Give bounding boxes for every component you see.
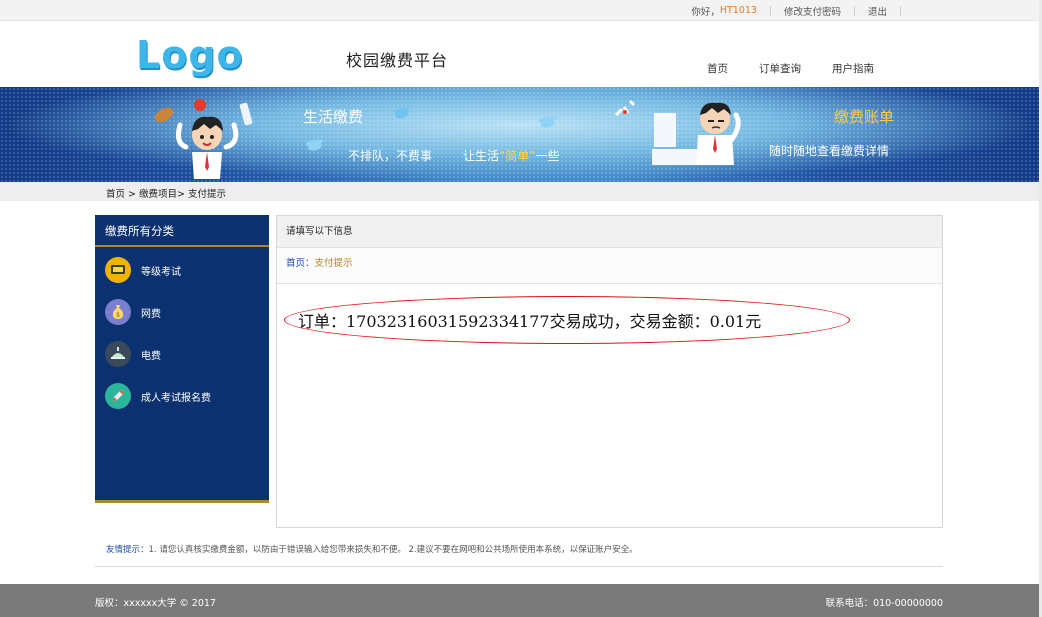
panel-crumb-current: 支付提示 xyxy=(314,258,353,269)
sidebar-item-electricity-fee[interactable]: 电费 xyxy=(105,341,161,367)
greeting-text: 你好， xyxy=(691,6,720,18)
username-link[interactable]: HT1013 xyxy=(720,5,757,16)
cartoon-office-worker-illustration xyxy=(614,99,741,165)
tips-text: 1. 请您认真核实缴费金额，以防由于错误输入给您带来损失和不便。 2.建议不要在… xyxy=(148,545,638,555)
lamp-icon xyxy=(105,341,131,367)
main-nav: 首页 订单查询 用户指南 xyxy=(707,61,905,76)
panel-crumb-home-link[interactable]: 首页 xyxy=(286,258,305,269)
payment-result-panel: 请填写以下信息 首页：支付提示 订单：17032316031592334177交… xyxy=(276,215,943,528)
banner-right-title: 缴费账单 xyxy=(834,108,895,126)
cartoon-juggler-illustration xyxy=(154,99,253,179)
banner-left-title: 生活缴费 xyxy=(303,108,364,126)
banner-right-subtitle: 随时随地查看缴费详情 xyxy=(769,144,890,158)
sidebar-item-adult-exam-fee[interactable]: 成人考试报名费 xyxy=(105,383,211,409)
bird-icon xyxy=(538,116,558,128)
site-footer: 版权：xxxxxx大学 © 2017 联系电话：010-00000000 xyxy=(0,584,1042,617)
divider xyxy=(900,5,901,16)
banner-slogan-1: 不排队，不费事 xyxy=(348,149,433,163)
sidebar-title: 缴费所有分类 xyxy=(95,215,269,247)
top-bar: 你好， HT1013 修改支付密码 退出 xyxy=(0,0,1042,21)
panel-header: 请填写以下信息 xyxy=(277,216,942,248)
divider xyxy=(95,566,943,567)
svg-text:$: $ xyxy=(116,312,120,319)
friendly-tips: 友情提示：1. 请您认真核实缴费金额，以防由于错误输入给您带来损失和不便。 2.… xyxy=(106,543,638,555)
breadcrumb: 首页 > 缴费项目> 支付提示 xyxy=(0,182,1042,201)
sidebar-item-label: 等级考试 xyxy=(141,266,181,278)
divider xyxy=(853,5,855,16)
divider xyxy=(769,5,771,16)
result-message-box: 订单：17032316031592334177交易成功，交易金额：0.01元 xyxy=(284,296,850,344)
nav-item-user-guide[interactable]: 用户指南 xyxy=(832,61,874,76)
banner-slogan-2: 让生活“简单”一些 xyxy=(463,147,559,164)
breadcrumb-text[interactable]: 首页 > 缴费项目> 支付提示 xyxy=(106,186,226,200)
transaction-result-message: 订单：17032316031592334177交易成功，交易金额：0.01元 xyxy=(298,312,762,331)
site-title: 校园缴费平台 xyxy=(346,51,449,70)
change-password-link[interactable]: 修改支付密码 xyxy=(784,4,841,18)
exam-icon xyxy=(105,257,131,283)
tips-label: 友情提示： xyxy=(106,545,149,555)
banner-slogan-2-post: 一些 xyxy=(535,149,560,163)
sidebar-item-label: 成人考试报名费 xyxy=(141,392,211,404)
logout-link[interactable]: 退出 xyxy=(868,4,887,18)
site-header: Logo 校园缴费平台 首页 订单查询 用户指南 xyxy=(0,21,1042,87)
panel-breadcrumb: 首页：支付提示 xyxy=(277,248,942,284)
banner-slogan-2-pre: 让生活 xyxy=(463,149,500,163)
sidebar-item-label: 网费 xyxy=(141,308,161,320)
bird-icon xyxy=(393,108,411,119)
panel-crumb-separator: ： xyxy=(305,258,315,269)
nav-item-order-query[interactable]: 订单查询 xyxy=(759,61,801,76)
money-bag-icon: $ xyxy=(105,299,131,325)
sidebar-item-grade-exam[interactable]: 等级考试 xyxy=(105,257,181,283)
banner-slogan-2-quote: “简单” xyxy=(499,149,536,163)
sidebar-item-internet-fee[interactable]: $ 网费 xyxy=(105,299,161,325)
category-sidebar: 缴费所有分类 等级考试 $ 网费 电费 成人考试报名费 xyxy=(95,215,269,503)
nav-item-home[interactable]: 首页 xyxy=(707,61,728,76)
copyright-text: 版权：xxxxxx大学 © 2017 xyxy=(95,598,216,609)
pencil-icon xyxy=(105,383,131,409)
bird-icon xyxy=(305,139,325,151)
sidebar-item-label: 电费 xyxy=(141,350,161,362)
promo-banner: 生活缴费 不排队，不费事 让生活“简单”一些 缴费账单 随时随地查看缴费详情 xyxy=(0,87,1042,182)
site-logo[interactable]: Logo xyxy=(136,33,244,77)
contact-phone: 联系电话：010-00000000 xyxy=(825,598,943,609)
